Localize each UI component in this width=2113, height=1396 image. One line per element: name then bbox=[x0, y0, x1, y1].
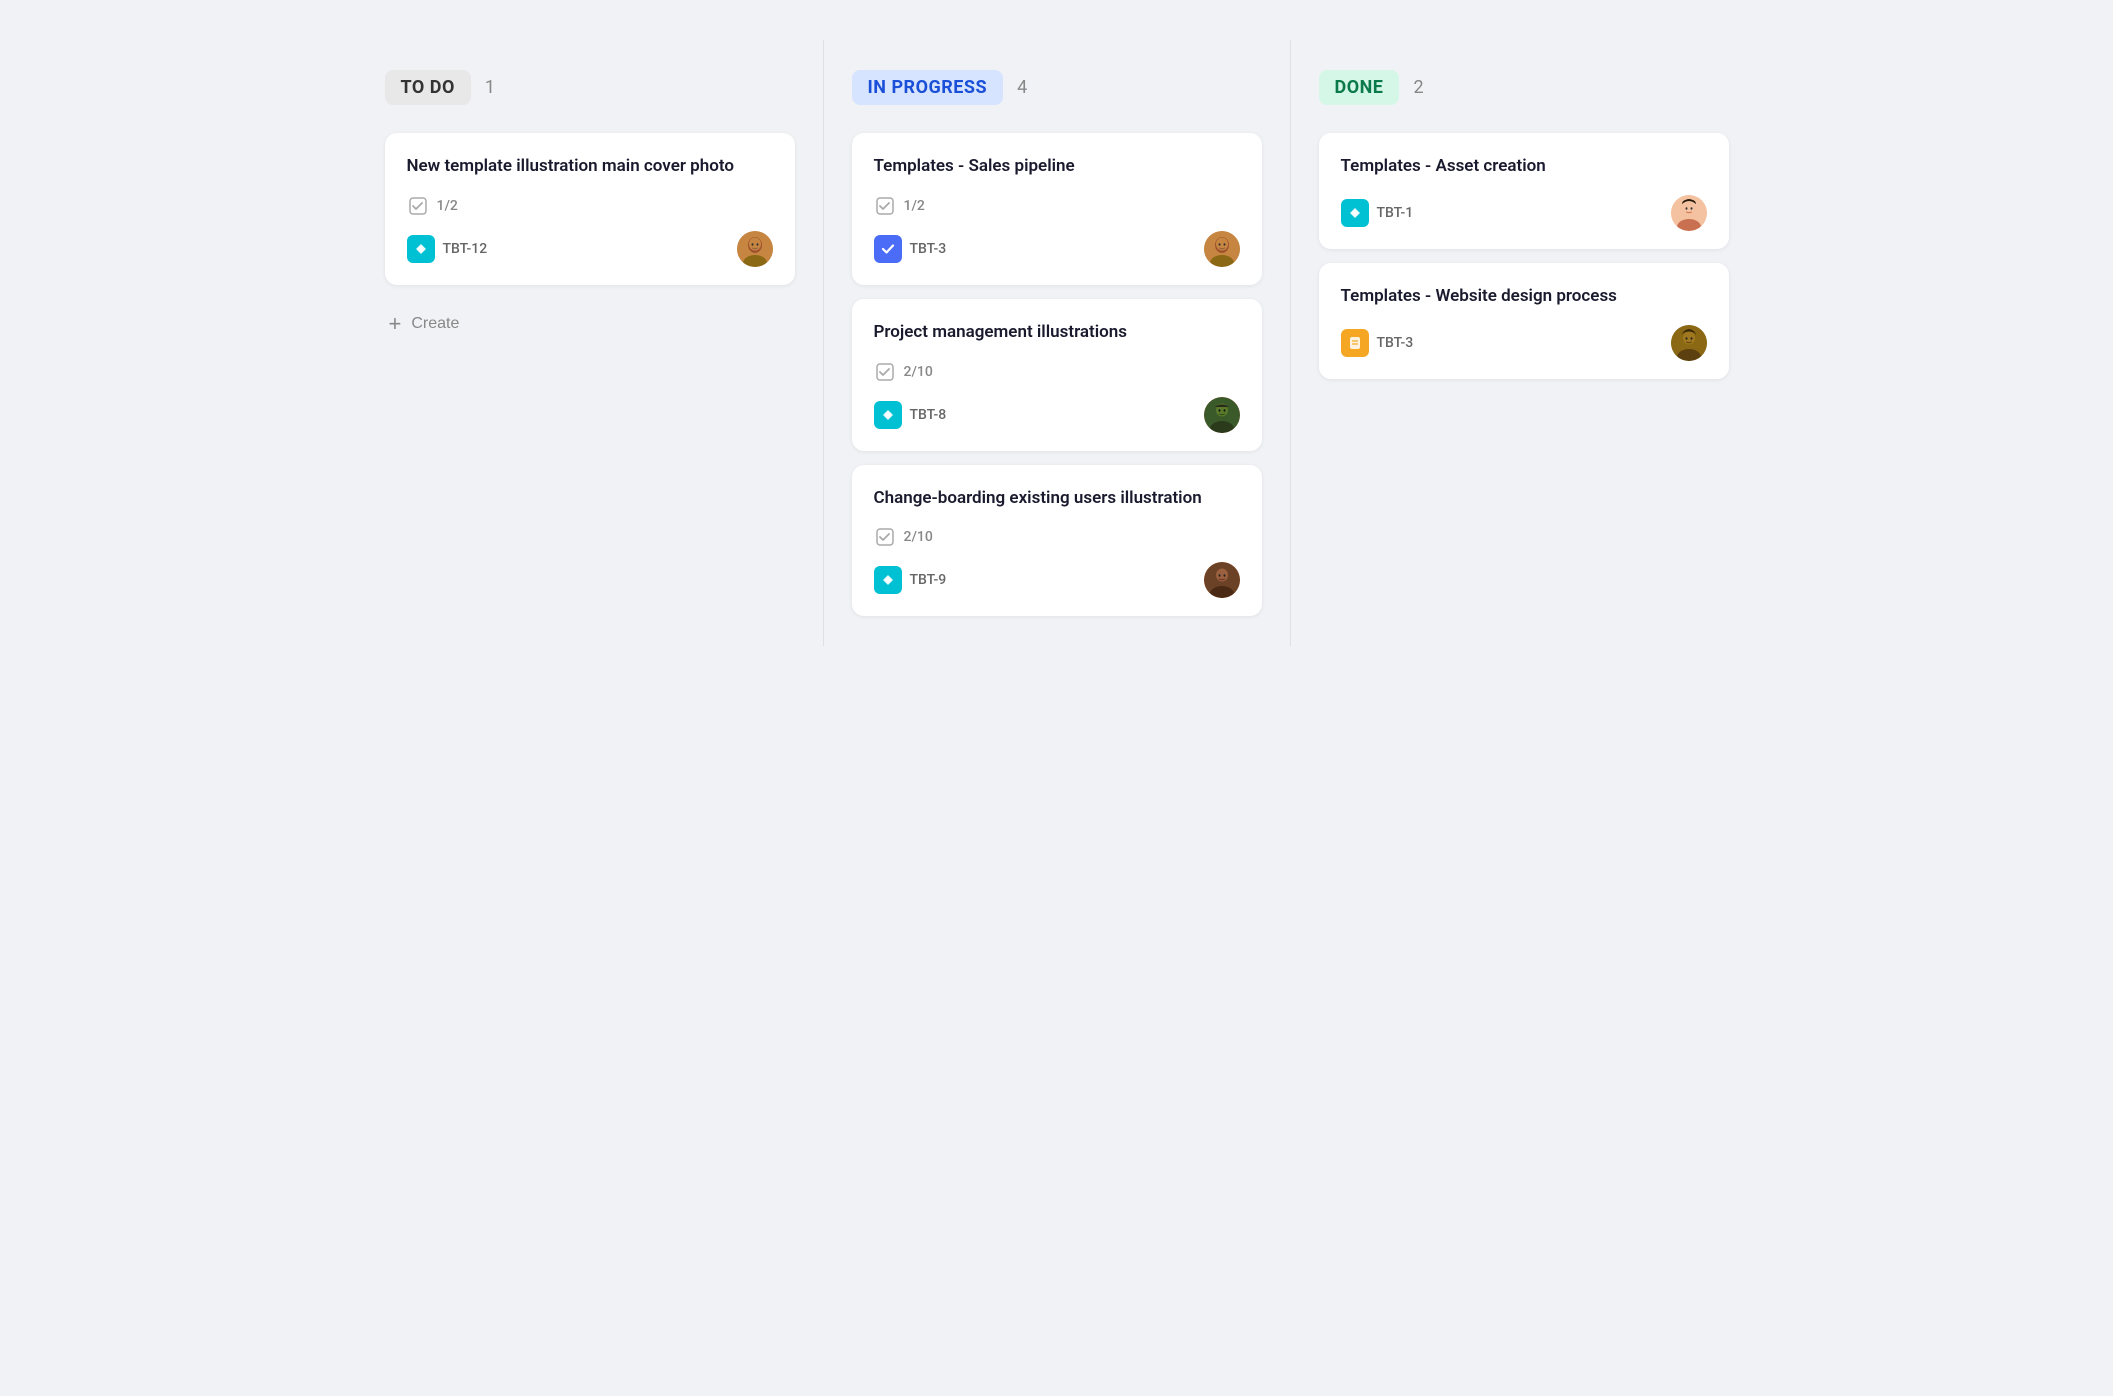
done-count: 2 bbox=[1413, 77, 1423, 98]
done-title-badge: DONE bbox=[1319, 70, 1400, 105]
ticket-type-icon bbox=[1341, 329, 1369, 357]
inprogress-title-badge: IN PROGRESS bbox=[852, 70, 1004, 105]
plus-icon: + bbox=[389, 311, 402, 337]
card-title: Change-boarding existing users illustrat… bbox=[874, 487, 1240, 511]
ticket-type-icon bbox=[1341, 199, 1369, 227]
assignee-avatar bbox=[1204, 562, 1240, 598]
kanban-board: TO DO 1 New template illustration main c… bbox=[357, 40, 1757, 646]
checklist-count: 1/2 bbox=[437, 198, 458, 214]
ticket-badge: TBT-12 bbox=[407, 235, 488, 263]
inprogress-column-header: IN PROGRESS 4 bbox=[852, 70, 1262, 105]
ticket-type-icon bbox=[407, 235, 435, 263]
assignee-avatar bbox=[1671, 195, 1707, 231]
assignee-avatar bbox=[1671, 325, 1707, 361]
card-new-template[interactable]: New template illustration main cover pho… bbox=[385, 133, 795, 285]
ticket-type-icon bbox=[874, 401, 902, 429]
done-column: DONE 2 Templates - Asset creation TBT-1 bbox=[1291, 40, 1757, 646]
ticket-id: TBT-12 bbox=[443, 241, 488, 257]
card-sales-pipeline[interactable]: Templates - Sales pipeline 1/2 bbox=[852, 133, 1262, 285]
card-footer: TBT-1 bbox=[1341, 195, 1707, 231]
card-title: Project management illustrations bbox=[874, 321, 1240, 345]
ticket-badge: TBT-1 bbox=[1341, 199, 1414, 227]
checklist-icon bbox=[874, 526, 896, 548]
todo-cards-list: New template illustration main cover pho… bbox=[385, 133, 795, 285]
card-changeboarding[interactable]: Change-boarding existing users illustrat… bbox=[852, 465, 1262, 617]
todo-column: TO DO 1 New template illustration main c… bbox=[357, 40, 824, 646]
checklist-count: 2/10 bbox=[904, 364, 933, 380]
inprogress-column: IN PROGRESS 4 Templates - Sales pipeline… bbox=[824, 40, 1291, 646]
done-column-header: DONE 2 bbox=[1319, 70, 1729, 105]
checklist-count: 1/2 bbox=[904, 198, 925, 214]
card-footer: TBT-3 bbox=[874, 231, 1240, 267]
card-title: New template illustration main cover pho… bbox=[407, 155, 773, 179]
ticket-type-icon bbox=[874, 235, 902, 263]
card-meta: 2/10 bbox=[874, 526, 1240, 548]
assignee-avatar bbox=[737, 231, 773, 267]
ticket-id: TBT-8 bbox=[910, 407, 947, 423]
card-footer: TBT-8 bbox=[874, 397, 1240, 433]
card-meta: 1/2 bbox=[874, 195, 1240, 217]
ticket-badge: TBT-8 bbox=[874, 401, 947, 429]
checklist-icon bbox=[407, 195, 429, 217]
ticket-badge: TBT-3 bbox=[1341, 329, 1414, 357]
ticket-badge: TBT-3 bbox=[874, 235, 947, 263]
ticket-id: TBT-3 bbox=[910, 241, 947, 257]
ticket-id: TBT-1 bbox=[1377, 205, 1414, 221]
card-footer: TBT-9 bbox=[874, 562, 1240, 598]
ticket-type-icon bbox=[874, 566, 902, 594]
ticket-badge: TBT-9 bbox=[874, 566, 947, 594]
card-title: Templates - Asset creation bbox=[1341, 155, 1707, 179]
card-asset-creation[interactable]: Templates - Asset creation TBT-1 bbox=[1319, 133, 1729, 249]
todo-column-header: TO DO 1 bbox=[385, 70, 795, 105]
ticket-id: TBT-9 bbox=[910, 572, 947, 588]
card-title: Templates - Sales pipeline bbox=[874, 155, 1240, 179]
card-title: Templates - Website design process bbox=[1341, 285, 1707, 309]
checklist-icon bbox=[874, 195, 896, 217]
create-label: Create bbox=[411, 315, 459, 333]
card-footer: TBT-3 bbox=[1341, 325, 1707, 361]
card-project-mgmt[interactable]: Project management illustrations 2/10 bbox=[852, 299, 1262, 451]
todo-count: 1 bbox=[485, 77, 495, 98]
ticket-id: TBT-3 bbox=[1377, 335, 1414, 351]
card-meta: 2/10 bbox=[874, 361, 1240, 383]
inprogress-count: 4 bbox=[1017, 77, 1027, 98]
assignee-avatar bbox=[1204, 231, 1240, 267]
card-website-design[interactable]: Templates - Website design process TBT-3 bbox=[1319, 263, 1729, 379]
done-cards-list: Templates - Asset creation TBT-1 bbox=[1319, 133, 1729, 379]
todo-title-badge: TO DO bbox=[385, 70, 471, 105]
card-meta: 1/2 bbox=[407, 195, 773, 217]
assignee-avatar bbox=[1204, 397, 1240, 433]
card-footer: TBT-12 bbox=[407, 231, 773, 267]
create-button[interactable]: + Create bbox=[385, 303, 464, 345]
inprogress-cards-list: Templates - Sales pipeline 1/2 bbox=[852, 133, 1262, 616]
checklist-count: 2/10 bbox=[904, 529, 933, 545]
checklist-icon bbox=[874, 361, 896, 383]
